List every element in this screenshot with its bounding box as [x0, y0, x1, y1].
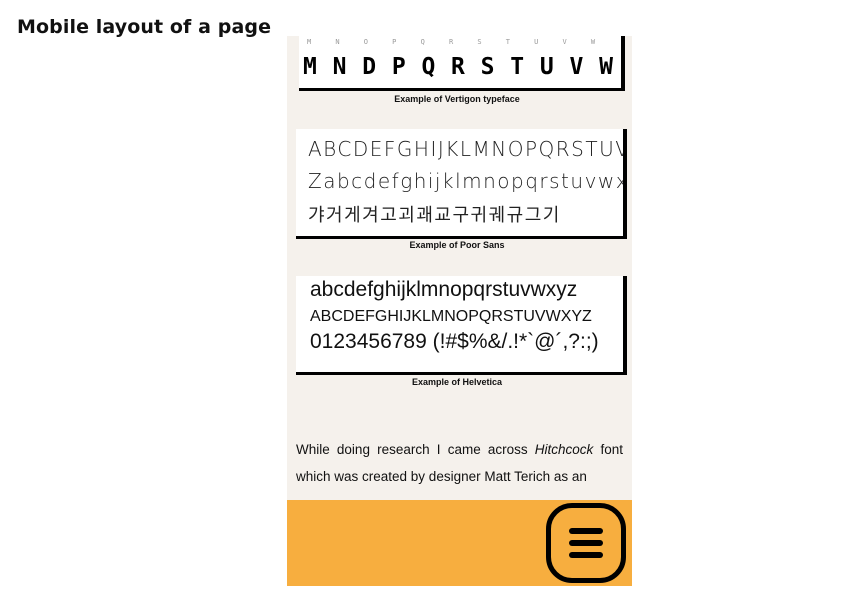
- vertigon-letter: D: [362, 54, 377, 80]
- vertigon-small-letter: V: [562, 38, 567, 46]
- vertigon-small-letter: S: [477, 38, 482, 46]
- menu-bar: [569, 540, 603, 546]
- poor-sans-line: 갸거게겨고괴괘교구귀궤규그기: [308, 205, 561, 226]
- vertigon-small-letter: M: [307, 38, 312, 46]
- vertigon-letter: S: [480, 54, 495, 80]
- vertigon-small-letter: T: [505, 38, 510, 46]
- page-label: Mobile layout of a page: [17, 16, 272, 38]
- article-text: While doing research I came across: [296, 442, 535, 457]
- vertigon-letter: T: [510, 54, 525, 80]
- vertigon-small-letter: O: [363, 38, 368, 46]
- footer-bar: [287, 500, 632, 586]
- helvetica-line: 0123456789 (!#$%&/.!*`@´,?:;): [310, 330, 599, 353]
- mobile-page: M N O P Q R S T U V W M N D P Q R S T U …: [287, 36, 632, 586]
- vertigon-small-letter: U: [534, 38, 539, 46]
- poor-sans-caption: Example of Poor Sans: [409, 240, 505, 250]
- poor-sans-sample: ABCDEFGHIJKLMNOPQRSTUVW Zabcdefghijklmno…: [296, 129, 627, 239]
- vertigon-caption: Example of Vertigon typeface: [394, 94, 520, 104]
- menu-bar: [569, 528, 603, 534]
- menu-bar: [569, 552, 603, 558]
- vertigon-letter: M: [303, 54, 317, 80]
- vertigon-small-letter: R: [448, 38, 454, 46]
- poor-sans-line: ABCDEFGHIJKLMNOPQRSTUVW: [308, 137, 627, 161]
- vertigon-letter: P: [391, 54, 406, 80]
- vertigon-small-letter: Q: [420, 38, 425, 46]
- article-paragraph: While doing research I came across Hitch…: [296, 436, 623, 490]
- vertigon-big-letters: M N D P Q R S T U V W: [303, 54, 613, 80]
- helvetica-sample: abcdefghijklmnopqrstuvwxyz ABCDEFGHIJKLM…: [296, 276, 627, 375]
- vertigon-small-letter: P: [392, 38, 397, 46]
- vertigon-letter: Q: [421, 54, 436, 80]
- vertigon-letter: W: [599, 54, 613, 80]
- vertigon-sample: M N O P Q R S T U V W M N D P Q R S T U …: [299, 36, 625, 91]
- vertigon-small-letter: N: [335, 38, 340, 46]
- vertigon-letter: R: [451, 54, 465, 80]
- poor-sans-line: Zabcdefghijklmnopqrstuvwxyz: [308, 169, 627, 193]
- helvetica-caption: Example of Helvetica: [411, 377, 503, 387]
- helvetica-line: abcdefghijklmnopqrstuvwxyz: [310, 278, 578, 301]
- vertigon-letter: V: [569, 54, 584, 80]
- font-name: Hitchcock: [534, 442, 594, 457]
- vertigon-letter: N: [332, 54, 347, 80]
- vertigon-letter: U: [539, 54, 554, 80]
- hamburger-menu-icon[interactable]: [546, 503, 626, 583]
- vertigon-small-letter: W: [590, 38, 596, 46]
- helvetica-line: ABCDEFGHIJKLMNOPQRSTUVWXYZ: [310, 308, 592, 325]
- vertigon-small-letters: M N O P Q R S T U V W: [307, 38, 613, 46]
